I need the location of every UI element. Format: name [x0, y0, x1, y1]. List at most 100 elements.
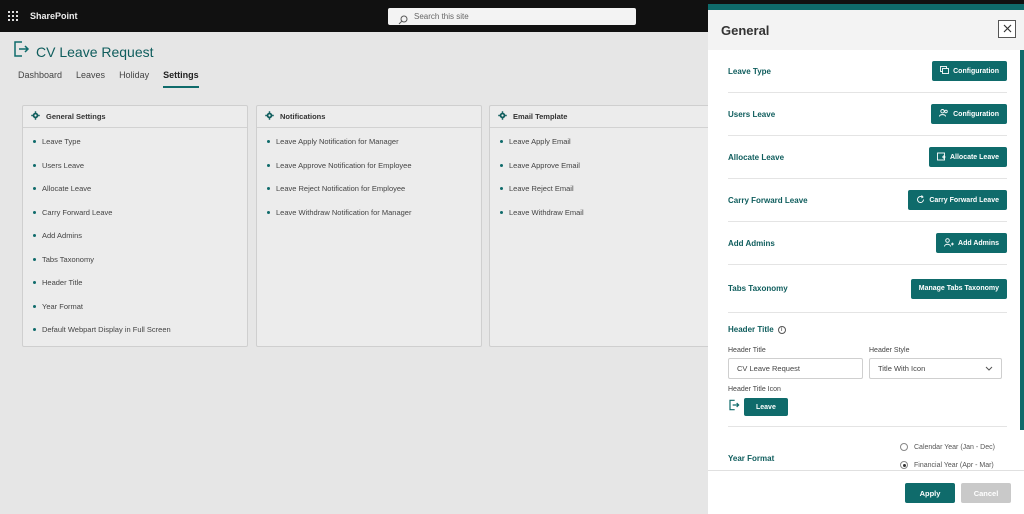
header-style-label: Header Style [869, 347, 910, 354]
gear-icon [265, 111, 274, 122]
list-item[interactable]: Leave Apply Notification for Manager [257, 137, 481, 161]
setting-row-leave-type: Leave Type Configuration [728, 50, 1007, 93]
general-settings-card: General Settings Leave Type Users Leave … [22, 105, 248, 347]
carry-forward-leave-button[interactable]: Carry Forward Leave [908, 190, 1007, 210]
panel-footer: Apply Cancel [708, 470, 1024, 514]
search-box[interactable]: Search this site [388, 8, 636, 25]
close-button[interactable] [998, 20, 1016, 38]
list-item[interactable]: Add Admins [23, 231, 247, 255]
info-icon[interactable]: i [777, 325, 786, 334]
setting-row-allocate-leave: Allocate Leave Allocate Leave [728, 136, 1007, 179]
card-header: General Settings [23, 106, 247, 128]
row-label: Tabs Taxonomy [728, 284, 788, 293]
users-leave-configuration-button[interactable]: Configuration [931, 104, 1007, 124]
search-icon [398, 12, 408, 24]
setting-row-add-admins: Add Admins Add Admins [728, 222, 1007, 265]
radio-financial-year[interactable]: Financial Year (Apr - Mar) [900, 461, 994, 469]
list-item[interactable]: Leave Reject Notification for Employee [257, 184, 481, 208]
card-title: General Settings [46, 112, 106, 121]
allocate-leave-button[interactable]: Allocate Leave [928, 147, 1007, 167]
leave-icon-button[interactable]: Leave [744, 398, 788, 416]
list-item[interactable]: Leave Approve Notification for Employee [257, 161, 481, 185]
close-icon [1003, 20, 1012, 38]
app-header: CV Leave Request [12, 40, 154, 63]
button-label: Add Admins [958, 239, 999, 247]
row-label: Add Admins [728, 238, 775, 248]
tab-dashboard[interactable]: Dashboard [18, 70, 62, 88]
gear-icon [31, 111, 40, 122]
card-header: Notifications [257, 106, 481, 128]
header-title-input[interactable]: CV Leave Request [728, 358, 863, 379]
header-title-section: Header Title i Header Title CV Leave Req… [728, 313, 1007, 427]
config-icon [940, 66, 950, 76]
button-label: Allocate Leave [949, 153, 999, 161]
scrollbar[interactable] [1020, 50, 1024, 430]
chevron-down-icon [985, 365, 993, 374]
refresh-icon [916, 194, 925, 206]
apply-button[interactable]: Apply [905, 483, 955, 503]
list-item[interactable]: Header Title [23, 278, 247, 302]
notifications-card: Notifications Leave Apply Notification f… [256, 105, 482, 347]
list-item[interactable]: Leave Approve Email [490, 161, 719, 185]
radio-label: Financial Year (Apr - Mar) [914, 461, 994, 469]
add-user-icon [944, 237, 954, 249]
leave-icon [12, 40, 30, 63]
list-item[interactable]: Allocate Leave [23, 184, 247, 208]
list-item[interactable]: Leave Apply Email [490, 137, 719, 161]
list-item[interactable]: Leave Withdraw Notification for Manager [257, 208, 481, 232]
radio-label: Calendar Year (Jan - Dec) [914, 443, 995, 451]
button-label: Configuration [953, 67, 999, 75]
button-label: Carry Forward Leave [929, 196, 999, 204]
header-style-dropdown[interactable]: Title With Icon [869, 358, 1002, 379]
list-item[interactable]: Carry Forward Leave [23, 208, 247, 232]
header-icon-label: Header Title Icon [728, 386, 781, 393]
row-label: Leave Type [728, 66, 771, 76]
radio-button[interactable] [900, 443, 908, 451]
leave-type-configuration-button[interactable]: Configuration [932, 61, 1007, 81]
panel-body: Leave Type Configuration Users Leave Con… [708, 50, 1020, 480]
page-title: CV Leave Request [36, 43, 154, 60]
list-item[interactable]: Leave Type [23, 137, 247, 161]
list-item[interactable]: Tabs Taxonomy [23, 255, 247, 279]
search-placeholder: Search this site [414, 12, 469, 21]
tab-settings[interactable]: Settings [163, 70, 199, 88]
tab-leaves[interactable]: Leaves [76, 70, 105, 88]
section-title: Header Title i [728, 325, 1007, 334]
dropdown-value: Title With Icon [878, 364, 926, 373]
card-title: Email Template [513, 112, 568, 121]
row-label: Allocate Leave [728, 152, 785, 162]
row-label: Users Leave [728, 109, 776, 119]
card-title: Notifications [280, 112, 326, 121]
tab-bar: Dashboard Leaves Holiday Settings [18, 70, 199, 88]
panel-title: General [721, 22, 770, 38]
card-header: Email Template [490, 106, 719, 128]
list-item[interactable]: Default Webpart Display in Full Screen [23, 325, 247, 349]
setting-row-users-leave: Users Leave Configuration [728, 93, 1007, 136]
button-label: Configuration [953, 110, 999, 118]
users-icon [939, 109, 949, 119]
leave-icon [728, 398, 740, 416]
header-title-label: Header Title [728, 347, 766, 354]
allocate-icon [937, 152, 946, 163]
cancel-button[interactable]: Cancel [961, 483, 1011, 503]
add-admins-button[interactable]: Add Admins [936, 233, 1007, 253]
gear-icon [498, 111, 507, 122]
app-launcher-button[interactable] [0, 0, 26, 32]
row-label: Carry Forward Leave [728, 195, 808, 205]
section-label: Header Title [728, 325, 774, 334]
settings-page: CV Leave Request Dashboard Leaves Holida… [0, 32, 719, 514]
header-icon-row: Leave [728, 398, 788, 416]
radio-button[interactable] [900, 461, 908, 469]
list-item[interactable]: Leave Reject Email [490, 184, 719, 208]
year-format-label: Year Format [728, 454, 775, 463]
radio-calendar-year[interactable]: Calendar Year (Jan - Dec) [900, 443, 995, 451]
list-item[interactable]: Users Leave [23, 161, 247, 185]
list-item[interactable]: Year Format [23, 302, 247, 326]
list-item[interactable]: Leave Withdraw Email [490, 208, 719, 232]
button-label: Manage Tabs Taxonomy [918, 285, 999, 292]
suite-title[interactable]: SharePoint [30, 11, 78, 21]
manage-tabs-taxonomy-button[interactable]: Manage Tabs Taxonomy [910, 278, 1007, 299]
email-template-card: Email Template Leave Apply Email Leave A… [489, 105, 719, 347]
tab-holiday[interactable]: Holiday [119, 70, 149, 88]
setting-row-tabs-taxonomy: Tabs Taxonomy Manage Tabs Taxonomy [728, 265, 1007, 313]
